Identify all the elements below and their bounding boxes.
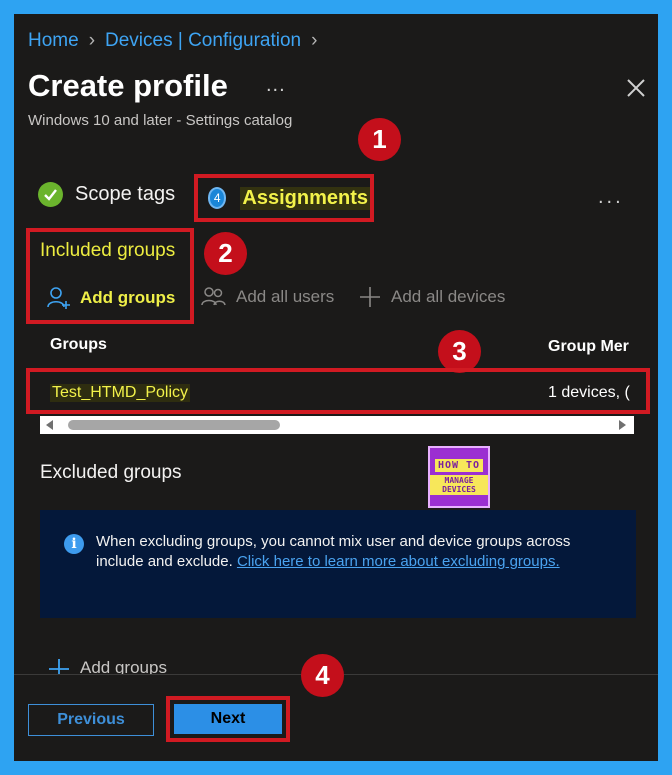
annotation-badge-3: 3 (438, 330, 481, 373)
add-groups-label: Add groups (80, 288, 176, 307)
tab-assignments[interactable]: 4 Assignments (194, 174, 374, 222)
users-icon (201, 287, 226, 306)
step-number-icon: 4 (208, 187, 227, 209)
page-subtitle: Windows 10 and later - Settings catalog (28, 112, 293, 129)
scroll-thumb[interactable] (68, 420, 280, 430)
more-options-button[interactable]: ... (598, 186, 624, 209)
how-to-manage-devices-logo: HOW TO MANAGE DEVICES (428, 446, 490, 508)
add-all-users-button[interactable]: Add all users (200, 286, 334, 308)
tab-scope-tags-label: Scope tags (75, 183, 176, 205)
title-more-button[interactable]: ... (266, 74, 286, 97)
group-name-cell: Test_HTMD_Policy (50, 384, 191, 402)
previous-button[interactable]: Previous (28, 704, 154, 736)
learn-more-link[interactable]: Click here to learn more about excluding… (237, 553, 560, 570)
excluded-groups-title: Excluded groups (40, 462, 182, 483)
scroll-right-icon[interactable] (619, 420, 626, 430)
logo-line-1: HOW TO (434, 459, 484, 472)
close-icon[interactable] (622, 74, 650, 102)
create-profile-panel: Home › Devices | Configuration › Create pro… (14, 14, 658, 761)
column-header-groups[interactable]: Groups (50, 336, 107, 354)
add-groups-button[interactable]: Add groups (46, 286, 175, 310)
add-user-icon (47, 287, 70, 309)
annotation-badge-2: 2 (204, 232, 247, 275)
group-members-cell: 1 devices, ( (548, 384, 630, 401)
info-text: When excluding groups, you cannot mix us… (96, 532, 616, 572)
add-all-devices-label: Add all devices (391, 287, 506, 306)
annotation-badge-1: 1 (358, 118, 401, 161)
add-all-users-label: Add all users (236, 287, 335, 306)
chevron-right-icon: › (88, 30, 96, 51)
plus-icon (360, 287, 380, 307)
next-button[interactable]: Next (174, 704, 282, 734)
breadcrumb: Home › Devices | Configuration › (28, 30, 327, 52)
chevron-right-icon: › (311, 30, 318, 51)
info-icon: i (64, 534, 84, 554)
info-message: i When excluding groups, you cannot mix … (40, 510, 636, 618)
column-header-group-members[interactable]: Group Mer (548, 338, 629, 356)
breadcrumb-devices-configuration[interactable]: Devices | Configuration (105, 30, 301, 51)
scroll-left-icon[interactable] (46, 420, 53, 430)
breadcrumb-home[interactable]: Home (28, 30, 79, 51)
included-groups-title: Included groups (40, 240, 176, 261)
horizontal-scrollbar[interactable] (40, 416, 634, 434)
page-title: Create profile (28, 68, 228, 103)
annotation-badge-4: 4 (301, 654, 344, 697)
logo-line-2: MANAGE DEVICES (430, 475, 488, 495)
tab-assignments-label: Assignments (240, 186, 370, 210)
add-all-devices-button[interactable]: Add all devices (359, 286, 505, 308)
tab-scope-tags[interactable]: Scope tags (38, 182, 175, 207)
check-icon (38, 182, 63, 207)
